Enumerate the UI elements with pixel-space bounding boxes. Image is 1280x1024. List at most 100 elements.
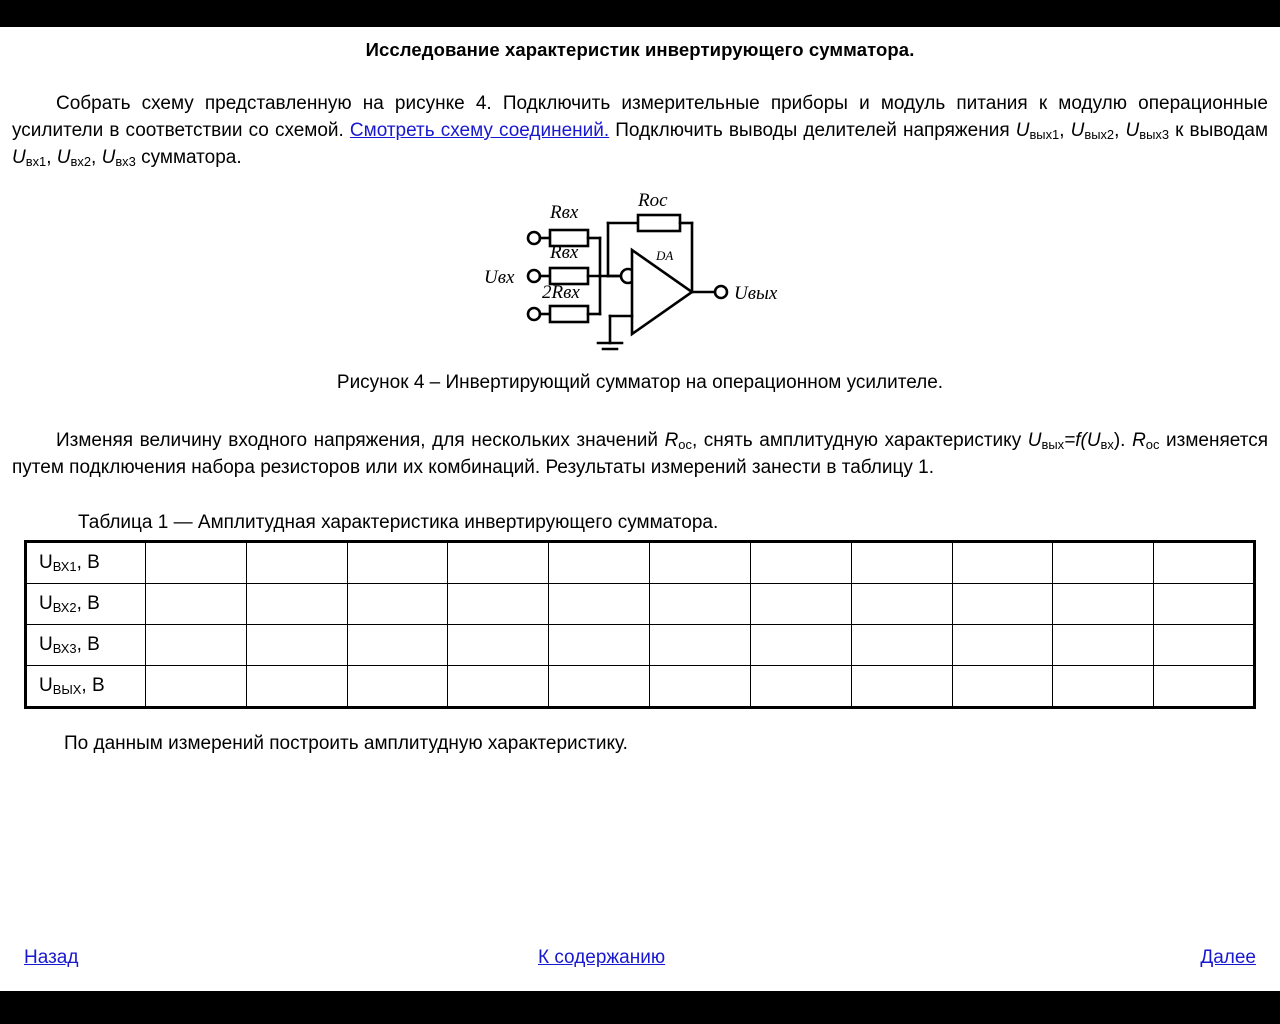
cell[interactable] bbox=[548, 540, 651, 584]
closing-text: По данным измерений построить амплитудну… bbox=[64, 732, 628, 754]
u-in2-subscript: вх2 bbox=[70, 154, 92, 170]
cell[interactable] bbox=[649, 540, 751, 584]
cell[interactable] bbox=[245, 664, 348, 708]
r-fb-subscript-1: ос bbox=[678, 437, 692, 453]
row-label-uin3: UВХ3, В bbox=[25, 623, 146, 666]
input-terminal-2 bbox=[526, 268, 542, 284]
resistor-2rin bbox=[548, 304, 590, 324]
cell[interactable] bbox=[850, 623, 953, 666]
cell[interactable] bbox=[447, 664, 550, 708]
uin3-unit: , В bbox=[76, 633, 100, 655]
cell[interactable] bbox=[245, 540, 348, 584]
row-label-uin2: UВХ2, В bbox=[25, 582, 146, 625]
r-fb-symbol-2: R bbox=[1132, 429, 1146, 451]
label-uin: Uвх bbox=[484, 267, 515, 288]
cell[interactable] bbox=[1153, 623, 1255, 666]
cell[interactable] bbox=[649, 664, 751, 708]
cell[interactable] bbox=[346, 664, 449, 708]
cell[interactable] bbox=[145, 582, 247, 625]
label-rfb: Rос bbox=[637, 190, 668, 211]
nav-contents-link[interactable]: К содержанию bbox=[538, 947, 665, 969]
circuit-figure: Rвх Rвх 2Rвх Rос DA Uвх Uвых bbox=[0, 188, 1280, 358]
nav-next-link[interactable]: Далее bbox=[1200, 947, 1256, 969]
cell[interactable] bbox=[548, 582, 651, 625]
label-uout: Uвых bbox=[734, 283, 778, 304]
uin2-symbol: U bbox=[39, 592, 53, 614]
cell[interactable] bbox=[346, 582, 449, 625]
cell[interactable] bbox=[649, 623, 751, 666]
cell[interactable] bbox=[447, 582, 550, 625]
u-in1-subscript: вх1 bbox=[25, 154, 47, 170]
table-caption: Таблица 1 — Амплитудная характеристика и… bbox=[78, 511, 719, 533]
label-da: DA bbox=[655, 248, 673, 263]
cell[interactable] bbox=[145, 540, 247, 584]
u-out1-subscript: вых1 bbox=[1029, 127, 1060, 143]
cell[interactable] bbox=[1153, 582, 1255, 625]
input-terminal-1 bbox=[526, 230, 542, 246]
u-out2-symbol: U bbox=[1070, 119, 1085, 141]
cell[interactable] bbox=[850, 582, 953, 625]
amplitude-table: UВХ1, В UВХ2, В UВХ3, В UВЫХ, В bbox=[24, 539, 1256, 709]
cell[interactable] bbox=[245, 582, 348, 625]
output-terminal bbox=[713, 284, 729, 300]
u-in2-symbol: U bbox=[56, 146, 71, 168]
cell[interactable] bbox=[749, 582, 852, 625]
cell[interactable] bbox=[1153, 664, 1255, 708]
table-row: UВЫХ, В bbox=[25, 664, 1255, 708]
table-row: UВХ2, В bbox=[25, 582, 1255, 625]
cell[interactable] bbox=[548, 664, 651, 708]
u-out3-symbol: U bbox=[1125, 119, 1140, 141]
u-in3-symbol: U bbox=[101, 146, 116, 168]
uin1-symbol: U bbox=[39, 551, 53, 573]
u-out-symbol: U bbox=[1027, 429, 1042, 451]
cell[interactable] bbox=[447, 623, 550, 666]
cell[interactable] bbox=[951, 582, 1054, 625]
cell[interactable] bbox=[749, 540, 852, 584]
intro-mid-text: к выводам bbox=[1169, 119, 1269, 141]
cell[interactable] bbox=[1052, 664, 1155, 708]
inverting-summer-circuit-svg: Rвх Rвх 2Rвх Rос DA Uвх Uвых bbox=[484, 190, 778, 351]
label-rin2: Rвх bbox=[549, 242, 579, 263]
cell[interactable] bbox=[749, 664, 852, 708]
cell[interactable] bbox=[749, 623, 852, 666]
cell[interactable] bbox=[850, 540, 953, 584]
table-body: UВХ1, В UВХ2, В UВХ3, В UВЫХ, В bbox=[25, 540, 1255, 708]
figure-caption: Рисунок 4 – Инвертирующий сумматор на оп… bbox=[336, 371, 944, 393]
u-in-subscript: вх bbox=[1100, 437, 1114, 453]
cell[interactable] bbox=[346, 623, 449, 666]
u-in-symbol: U bbox=[1086, 429, 1101, 451]
cell[interactable] bbox=[951, 540, 1054, 584]
cell[interactable] bbox=[850, 664, 953, 708]
cell[interactable] bbox=[245, 623, 348, 666]
cell[interactable] bbox=[1052, 582, 1155, 625]
uin2-subscript: ВХ2 bbox=[52, 599, 77, 615]
cell[interactable] bbox=[548, 623, 651, 666]
input-terminal-3 bbox=[526, 306, 542, 322]
task-text-b: , снять амплитудную характеристику bbox=[691, 429, 1028, 451]
u-out-subscript: вых bbox=[1041, 437, 1065, 453]
uin1-unit: , В bbox=[76, 551, 100, 573]
nav-back-link[interactable]: Назад bbox=[24, 947, 78, 969]
uin3-symbol: U bbox=[39, 633, 53, 655]
cell[interactable] bbox=[447, 540, 550, 584]
uin1-subscript: ВХ1 bbox=[52, 558, 77, 574]
cell[interactable] bbox=[951, 623, 1054, 666]
task-text-c: ). bbox=[1113, 429, 1126, 451]
row-label-uin1: UВХ1, В bbox=[25, 540, 146, 584]
cell[interactable] bbox=[346, 540, 449, 584]
table-row: UВХ3, В bbox=[25, 623, 1255, 666]
navigation-bar: Назад К содержанию Далее bbox=[0, 947, 1280, 977]
cell[interactable] bbox=[145, 623, 247, 666]
cell[interactable] bbox=[951, 664, 1054, 708]
intro-paragraph: Собрать схему представленную на рисунке … bbox=[12, 93, 1269, 170]
cell[interactable] bbox=[649, 582, 751, 625]
uout-symbol: U bbox=[39, 674, 53, 696]
connection-diagram-link[interactable]: Смотреть схему соединений. bbox=[350, 120, 609, 141]
cell[interactable] bbox=[145, 664, 247, 708]
cell[interactable] bbox=[1153, 540, 1255, 584]
uin2-unit: , В bbox=[76, 592, 100, 614]
u-out2-subscript: вых2 bbox=[1084, 127, 1115, 143]
table-row: UВХ1, В bbox=[25, 540, 1255, 584]
cell[interactable] bbox=[1052, 623, 1155, 666]
cell[interactable] bbox=[1052, 540, 1155, 584]
